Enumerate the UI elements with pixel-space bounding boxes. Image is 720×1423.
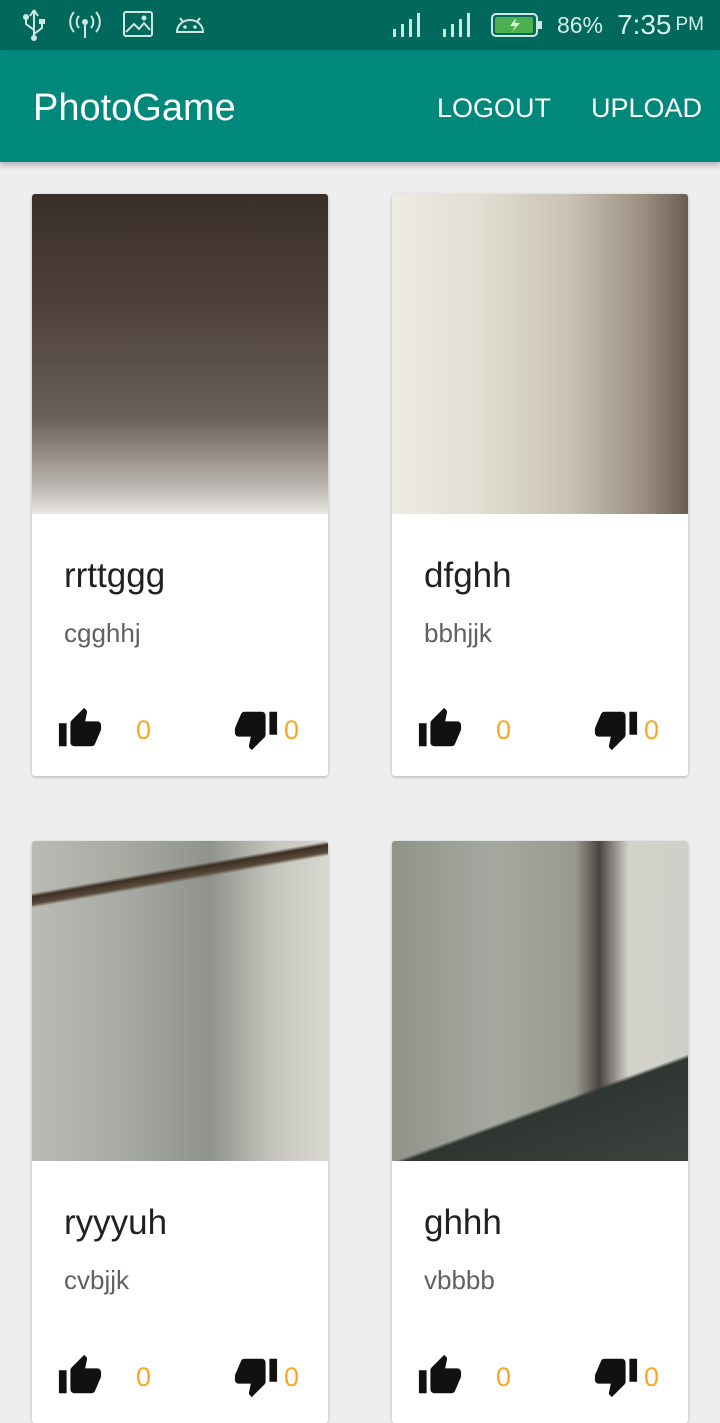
- android-icon: [175, 17, 205, 33]
- dislike-count: 0: [644, 1362, 660, 1392]
- logout-button[interactable]: LOGOUT: [437, 92, 551, 124]
- signal-icon: [392, 13, 420, 37]
- photo-image[interactable]: [32, 841, 328, 1161]
- thumbs-down-icon[interactable]: [232, 1353, 280, 1399]
- card-subtitle: cvbjjk: [64, 1265, 130, 1295]
- like-count: 0: [496, 1362, 512, 1392]
- card-title: dfghh: [424, 556, 512, 595]
- thumbs-up-icon[interactable]: [416, 1353, 464, 1399]
- image-icon: [123, 11, 153, 37]
- dislike-count: 0: [644, 715, 660, 745]
- usb-icon: [23, 9, 45, 41]
- photo-image[interactable]: [392, 194, 688, 514]
- dislike-count: 0: [284, 1362, 300, 1392]
- photo-image[interactable]: [392, 841, 688, 1161]
- upload-button[interactable]: UPLOAD: [591, 92, 702, 124]
- thumbs-up-icon[interactable]: [416, 706, 464, 752]
- like-count: 0: [496, 715, 512, 745]
- battery-percent: 86%: [556, 11, 603, 38]
- app-title: PhotoGame: [33, 87, 236, 129]
- photo-card[interactable]: dfghh bbhjjk 0 0: [392, 194, 688, 776]
- hotspot-icon: [69, 11, 101, 38]
- app-bar: PhotoGame LOGOUT UPLOAD: [0, 50, 720, 162]
- like-count: 0: [136, 1362, 152, 1392]
- card-title: ryyyuh: [64, 1203, 168, 1242]
- photo-card[interactable]: ryyyuh cvbjjk 0 0: [32, 841, 328, 1423]
- card-subtitle: cgghhj: [64, 618, 141, 648]
- photo-image[interactable]: [32, 194, 328, 514]
- clock-time: 7:35: [617, 9, 672, 40]
- battery-charging-icon: [490, 12, 543, 38]
- thumbs-down-icon[interactable]: [232, 706, 280, 752]
- thumbs-down-icon[interactable]: [592, 706, 640, 752]
- status-bar: 86% 7:35 PM: [0, 0, 720, 50]
- thumbs-down-icon[interactable]: [592, 1353, 640, 1399]
- card-title: ghhh: [424, 1203, 502, 1242]
- like-count: 0: [136, 715, 152, 745]
- photo-card[interactable]: ghhh vbbbb 0 0: [392, 841, 688, 1423]
- signal-icon: [442, 13, 470, 37]
- thumbs-up-icon[interactable]: [56, 706, 104, 752]
- card-title: rrttggg: [64, 556, 166, 595]
- card-subtitle: bbhjjk: [424, 618, 492, 648]
- clock-ampm: PM: [675, 14, 705, 35]
- card-subtitle: vbbbb: [424, 1265, 495, 1295]
- dislike-count: 0: [284, 715, 300, 745]
- thumbs-up-icon[interactable]: [56, 1353, 104, 1399]
- photo-card[interactable]: rrttggg cgghhj 0 0: [32, 194, 328, 776]
